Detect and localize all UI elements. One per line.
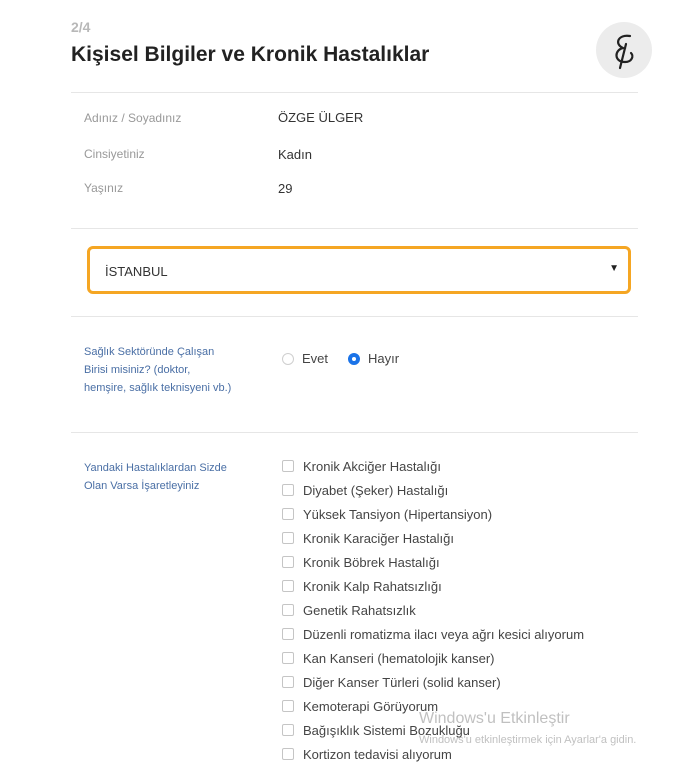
checkbox-label: Kemoterapi Görüyorum — [303, 698, 439, 714]
checklist-item[interactable]: Kan Kanseri (hematolojik kanser) — [282, 646, 584, 670]
question-line: hemşire, sağlık teknisyeni vb.) — [84, 382, 232, 394]
info-value-gender: Kadın — [278, 147, 312, 162]
checklist-item[interactable]: Kronik Karaciğer Hastalığı — [282, 526, 584, 550]
logo-icon — [596, 22, 652, 78]
city-select-value: İSTANBUL — [105, 264, 168, 279]
divider-select — [71, 316, 638, 317]
checklist-item[interactable]: Diğer Kanser Türleri (solid kanser) — [282, 670, 584, 694]
divider-health — [71, 432, 638, 433]
radio-hayir[interactable]: Hayır — [348, 351, 399, 366]
info-value-age: 29 — [278, 181, 293, 196]
radio-circle-hayir[interactable] — [348, 352, 360, 365]
radio-label-hayir: Hayır — [368, 351, 400, 366]
checkbox[interactable] — [282, 748, 294, 760]
info-value-name: ÖZGE ÜLGER — [278, 110, 364, 125]
radio-circle-evet[interactable] — [282, 352, 294, 365]
checkbox-label: Kronik Böbrek Hastalığı — [303, 554, 440, 570]
step-indicator: 2/4 — [71, 19, 91, 35]
checkbox-label: Genetik Rahatsızlık — [303, 602, 416, 618]
activation-watermark-title: Windows'u Etkinleştir — [419, 710, 570, 727]
health-sector-question: Sağlık Sektöründe Çalışan Birisi misiniz… — [84, 343, 231, 397]
divider-info — [71, 228, 638, 229]
checkbox[interactable] — [282, 484, 294, 496]
checkbox-label: Kronik Kalp Rahatsızlığı — [303, 578, 442, 594]
checkbox-label: Kronik Akciğer Hastalığı — [303, 458, 442, 474]
radio-label-evet: Evet — [302, 351, 329, 366]
checkbox[interactable] — [282, 724, 294, 736]
checkbox-label: Düzenli romatizma ilacı veya ağrı kesici… — [303, 626, 585, 642]
activation-watermark-subtitle: Windows'u etkinleştirmek için Ayarlar'a … — [419, 734, 637, 746]
checklist-item[interactable]: Yüksek Tansiyon (Hipertansiyon) — [282, 502, 584, 526]
checkbox[interactable] — [282, 628, 294, 640]
checklist-item[interactable]: Genetik Rahatsızlık — [282, 598, 584, 622]
checkbox-label: Kortizon tedavisi alıyorum — [303, 746, 452, 762]
diseases-question: Yandaki Hastalıklardan Sizde Olan Varsa … — [84, 459, 227, 495]
question-line: Yandaki Hastalıklardan Sizde — [84, 462, 227, 474]
checkbox[interactable] — [282, 556, 294, 568]
checkbox[interactable] — [282, 580, 294, 592]
question-line: Sağlık Sektöründe Çalışan — [84, 346, 215, 358]
checklist-item[interactable]: Kronik Akciğer Hastalığı — [282, 454, 584, 478]
checklist-item[interactable]: Kronik Kalp Rahatsızlığı — [282, 574, 584, 598]
page-title: Kişisel Bilgiler ve Kronik Hastalıklar — [71, 43, 430, 66]
checkbox[interactable] — [282, 532, 294, 544]
checkbox-label: Diğer Kanser Türleri (solid kanser) — [303, 674, 501, 690]
checkbox[interactable] — [282, 460, 294, 472]
city-select[interactable]: İSTANBUL ▼ — [87, 246, 631, 294]
checkbox-label: Kronik Karaciğer Hastalığı — [303, 530, 455, 546]
checkbox[interactable] — [282, 508, 294, 520]
checkbox[interactable] — [282, 652, 294, 664]
checkbox[interactable] — [282, 700, 294, 712]
checkbox-label: Kan Kanseri (hematolojik kanser) — [303, 650, 495, 666]
chevron-down-icon: ▼ — [609, 263, 619, 274]
info-label-name: Adınız / Soyadınız — [84, 111, 182, 125]
question-line: Olan Varsa İşaretleyiniz — [84, 480, 200, 492]
checklist-item[interactable]: Diyabet (Şeker) Hastalığı — [282, 478, 584, 502]
checkbox[interactable] — [282, 676, 294, 688]
info-label-gender: Cinsiyetiniz — [84, 147, 145, 161]
checkbox[interactable] — [282, 604, 294, 616]
checkbox-label: Yüksek Tansiyon (Hipertansiyon) — [303, 506, 493, 522]
checklist-item[interactable]: Düzenli romatizma ilacı veya ağrı kesici… — [282, 622, 584, 646]
info-label-age: Yaşınız — [84, 181, 124, 195]
radio-evet[interactable]: Evet — [282, 351, 328, 366]
question-line: Birisi misiniz? (doktor, — [84, 364, 191, 376]
divider-top — [71, 92, 638, 93]
checkbox-label: Diyabet (Şeker) Hastalığı — [303, 482, 449, 498]
checklist-item[interactable]: Kronik Böbrek Hastalığı — [282, 550, 584, 574]
